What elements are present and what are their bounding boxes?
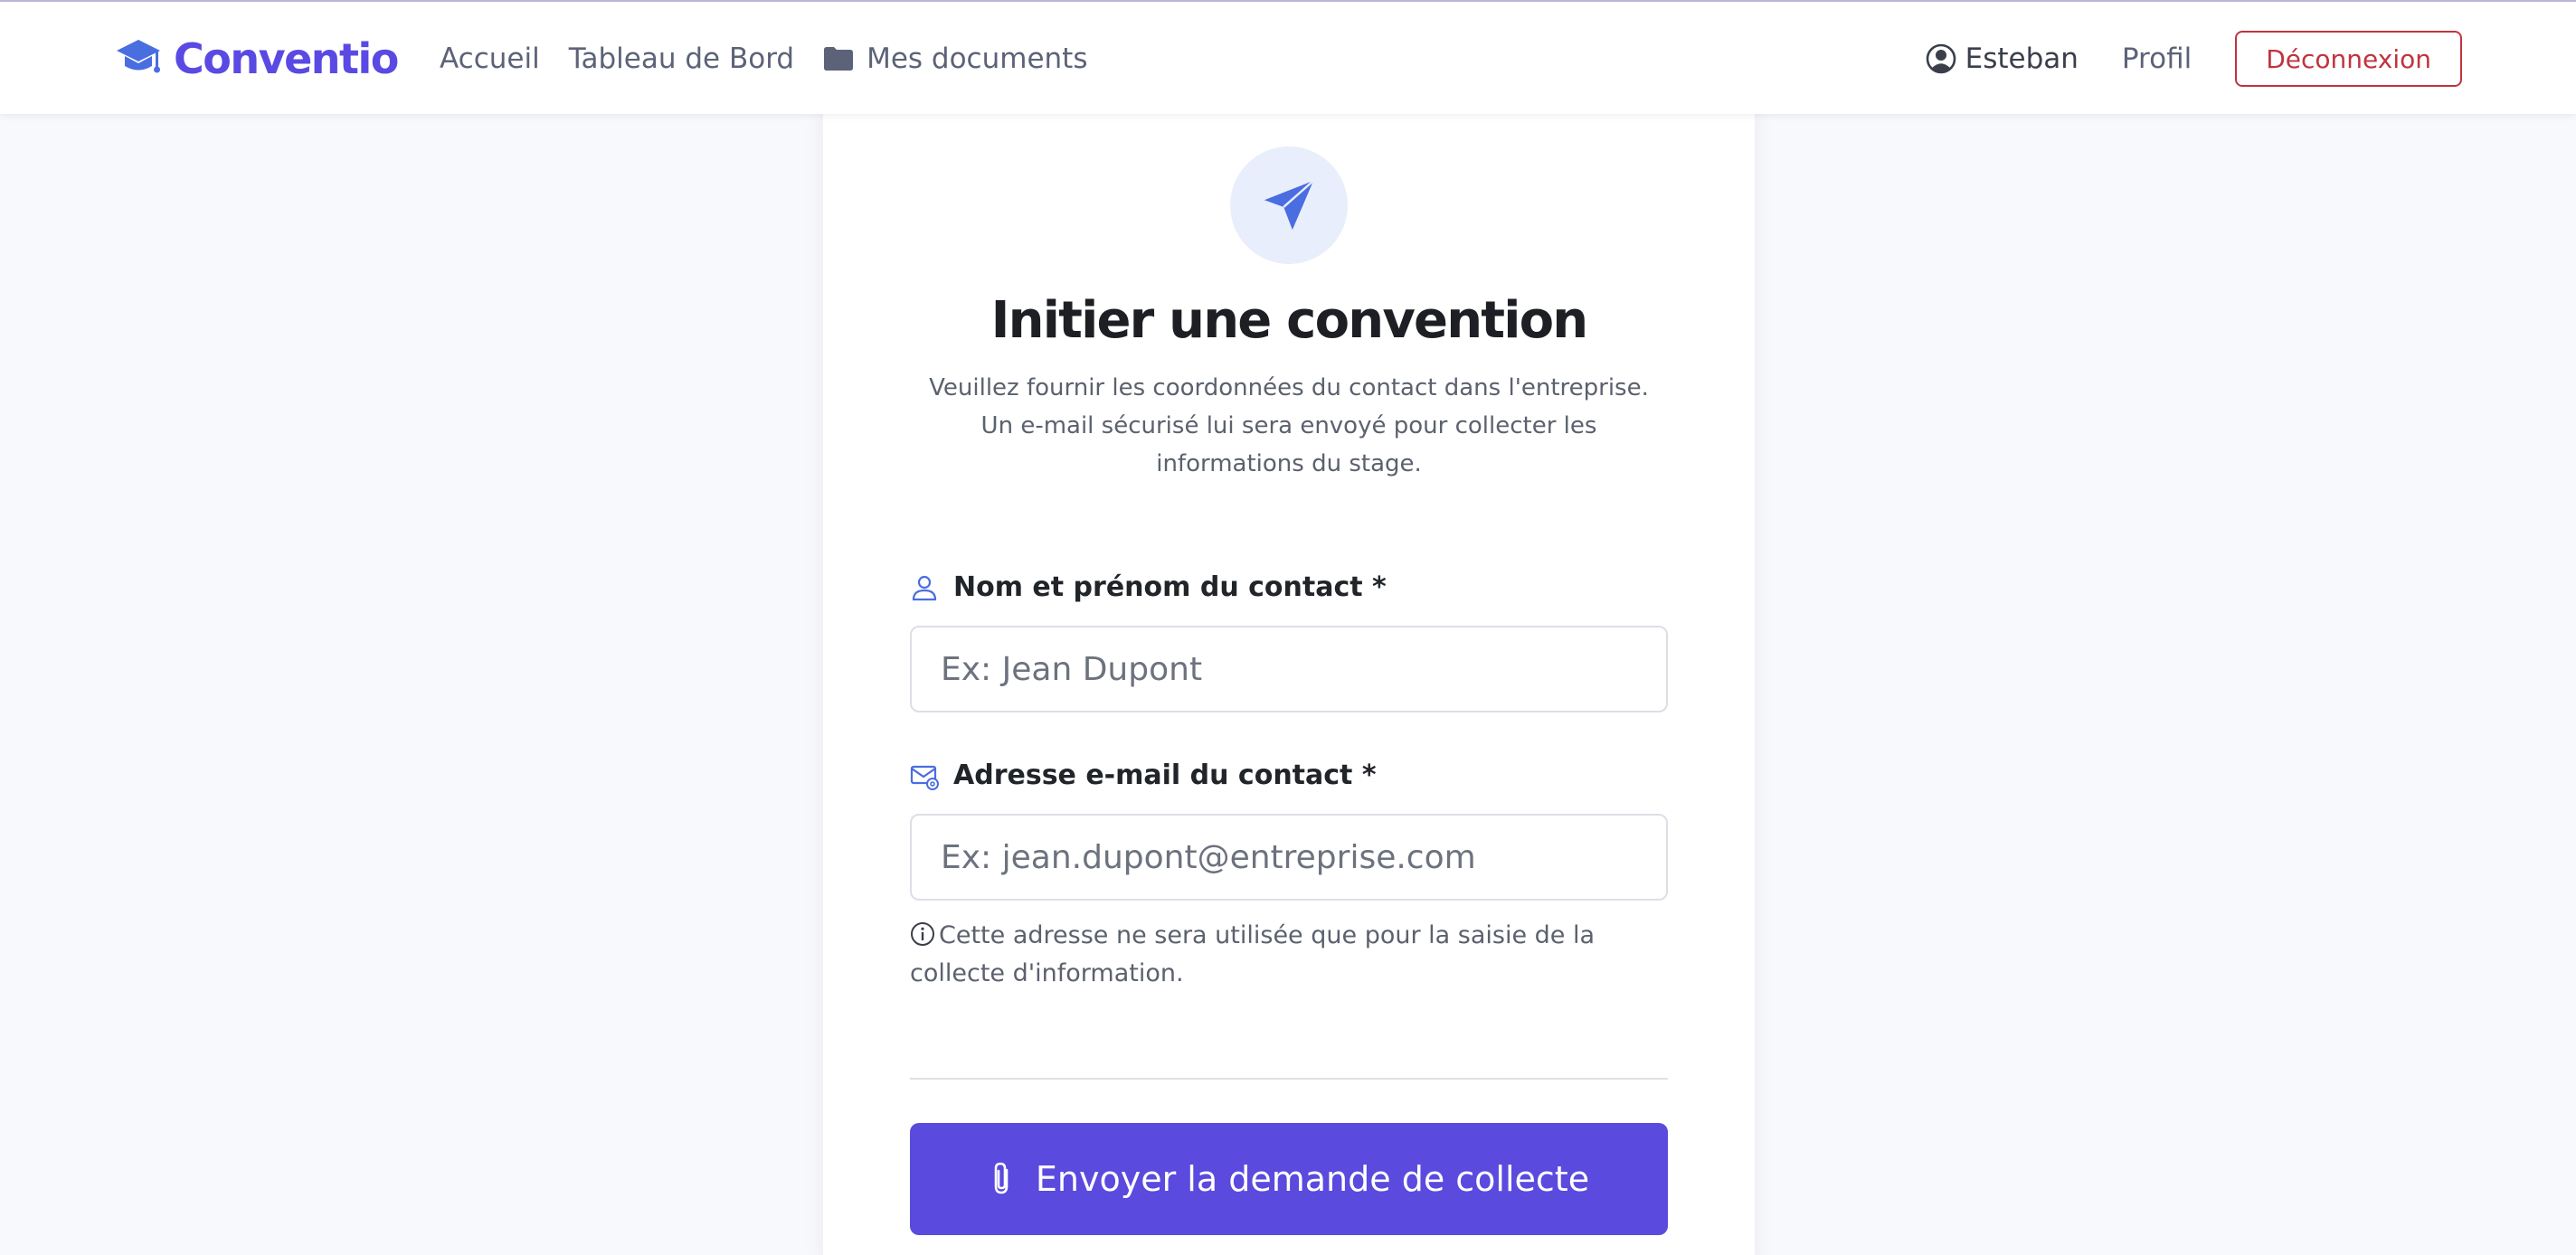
contact-email-label: Adresse e-mail du contact *	[910, 760, 1377, 791]
envelope-at-icon	[910, 765, 939, 790]
email-help-text: Cette adresse ne sera utilisée que pour …	[910, 917, 1668, 993]
nav-link-mes-documents-label: Mes documents	[867, 42, 1088, 75]
user-name: Esteban	[1965, 42, 2079, 75]
nav-right: Esteban Profil Déconnexion	[1926, 2, 2462, 116]
brand-name: Conventio	[174, 34, 399, 83]
user-menu[interactable]: Esteban	[1926, 42, 2079, 75]
header-icon-circle	[1230, 146, 1348, 264]
submit-button[interactable]: Envoyer la demande de collecte	[910, 1123, 1668, 1235]
contact-name-label-text: Nom et prénom du contact *	[953, 571, 1387, 603]
submit-button-label: Envoyer la demande de collecte	[1035, 1159, 1590, 1199]
convention-form-card: Initier une convention Veuillez fournir …	[823, 99, 1755, 1255]
info-circle-icon	[911, 922, 934, 946]
folder-icon	[824, 47, 854, 71]
nav-links: Accueil Tableau de Bord Mes documents	[440, 2, 1116, 116]
contact-name-label: Nom et prénom du contact *	[910, 571, 1387, 603]
form-description-line-3: informations du stage.	[1156, 450, 1422, 477]
form-divider	[910, 1078, 1668, 1080]
nav-link-accueil[interactable]: Accueil	[440, 42, 540, 75]
nav-link-profil[interactable]: Profil	[2122, 42, 2192, 75]
logout-button[interactable]: Déconnexion	[2235, 31, 2462, 87]
form-description: Veuillez fournir les coordonnées du cont…	[914, 369, 1664, 483]
brand-link[interactable]: Conventio	[116, 2, 399, 116]
navbar: Conventio Accueil Tableau de Bord Mes do…	[0, 0, 2576, 114]
nav-link-mes-documents[interactable]: Mes documents	[823, 42, 1087, 75]
contact-name-input[interactable]	[910, 626, 1668, 712]
email-help-text-content: Cette adresse ne sera utilisée que pour …	[910, 921, 1596, 987]
page-title: Initier une convention	[990, 291, 1589, 350]
form-description-line-1: Veuillez fournir les coordonnées du cont…	[929, 374, 1649, 401]
form-description-line-2: Un e-mail sécurisé lui sera envoyé pour …	[980, 412, 1597, 439]
graduation-cap-icon	[117, 40, 160, 73]
contact-email-input[interactable]	[910, 814, 1668, 901]
contact-email-label-text: Adresse e-mail du contact *	[953, 760, 1377, 791]
user-circle-icon	[1926, 43, 1956, 74]
nav-link-tableau-de-bord[interactable]: Tableau de Bord	[569, 42, 794, 75]
person-icon	[912, 575, 937, 600]
send-icon	[1264, 179, 1314, 231]
paperclip-icon	[994, 1162, 1009, 1194]
